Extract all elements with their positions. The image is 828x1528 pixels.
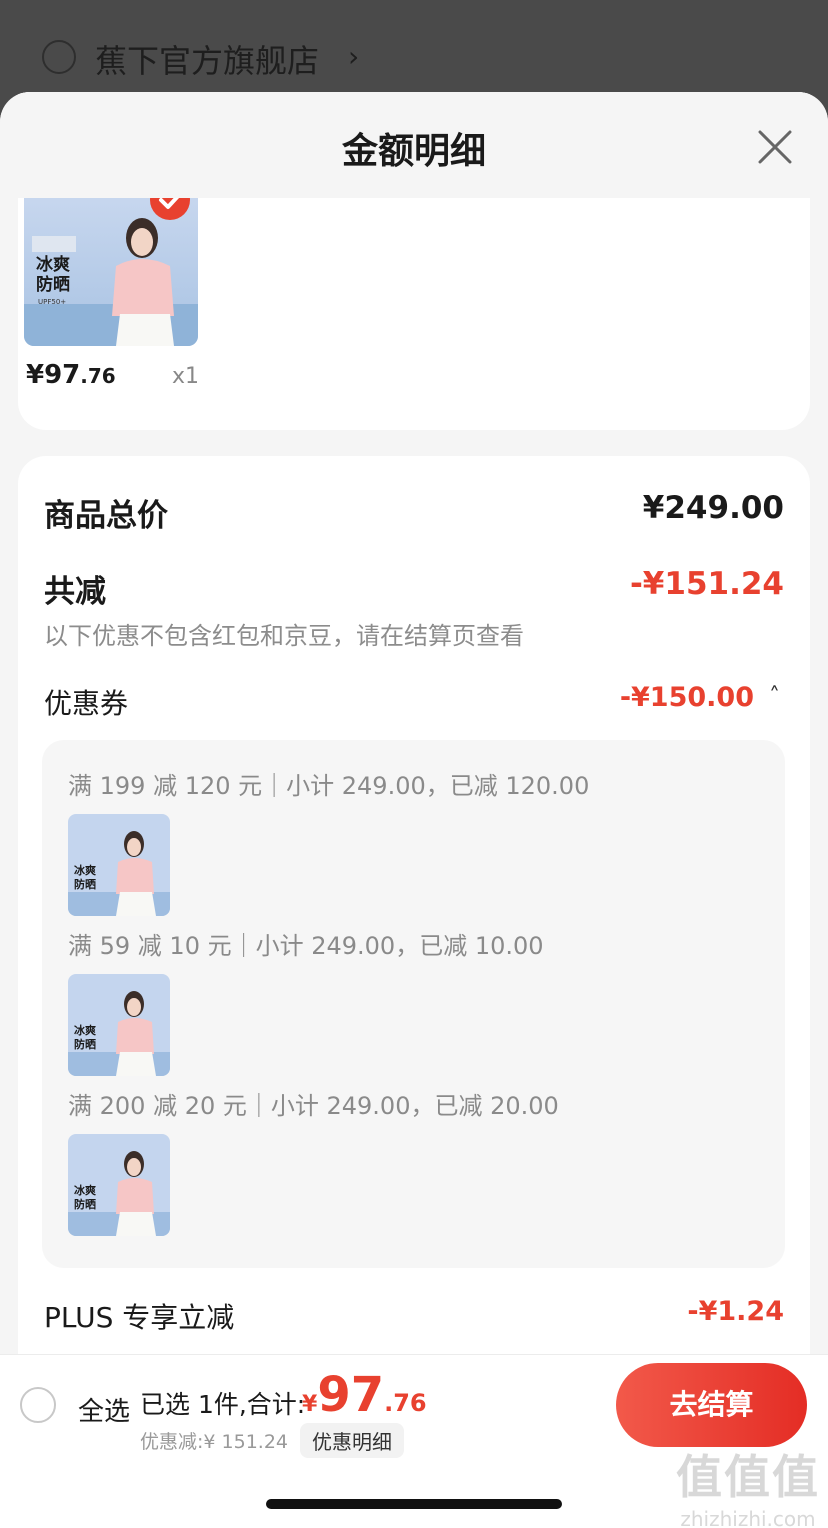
chevron-up-icon[interactable]: ˄ bbox=[769, 684, 780, 709]
total-reduce-label: 共减 bbox=[44, 574, 106, 610]
coupon-label[interactable]: 优惠券 bbox=[44, 682, 128, 722]
close-icon[interactable] bbox=[756, 128, 794, 166]
svg-text:防晒: 防晒 bbox=[74, 1037, 96, 1051]
product-price: ¥97.76 bbox=[26, 360, 116, 390]
discount-note: 以下优惠不包含红包和京豆，请在结算页查看 bbox=[44, 622, 524, 650]
home-indicator[interactable] bbox=[266, 1499, 562, 1509]
saved-amount: 优惠减:¥ 151.24 bbox=[140, 1431, 289, 1453]
select-all-radio[interactable] bbox=[20, 1387, 56, 1423]
coupon-product-thumbnail: 冰爽 防晒 bbox=[68, 974, 170, 1076]
svg-text:冰爽: 冰爽 bbox=[74, 863, 96, 877]
watermark-logo: 值值值 bbox=[676, 1450, 820, 1504]
plus-discount-value: -¥1.24 bbox=[687, 1296, 784, 1327]
svg-text:冰爽: 冰爽 bbox=[74, 1023, 96, 1037]
coupon-list: 满 199 减 120 元｜小计 249.00，已减 120.00 冰爽 防晒 … bbox=[42, 740, 785, 1268]
checkout-bar: 全选 已选 1件,合计: ¥97.76 优惠减:¥ 151.24 优惠明细 去结… bbox=[0, 1354, 828, 1528]
product-quantity: x1 bbox=[172, 364, 200, 389]
svg-text:防晒: 防晒 bbox=[74, 877, 96, 891]
total-reduce-value: -¥151.24 bbox=[629, 566, 784, 602]
price-detail-card: 商品总价 ¥249.00 共减 -¥151.24 以下优惠不包含红包和京豆，请在… bbox=[18, 456, 810, 1456]
amount-detail-sheet: 冰爽 防晒 UPF50+ ¥97.76 x1 金额明细 商品总价 ¥249.00… bbox=[0, 92, 828, 1528]
product-image-text-1: 冰爽 bbox=[36, 254, 70, 275]
store-name: 蕉下官方旗舰店 bbox=[95, 42, 320, 80]
select-all-label[interactable]: 全选 bbox=[78, 1391, 130, 1428]
total-price-value: ¥249.00 bbox=[642, 490, 784, 526]
coupon-item-text: 满 59 减 10 元｜小计 249.00，已减 10.00 bbox=[68, 932, 544, 960]
coupon-value[interactable]: -¥150.00 bbox=[620, 682, 754, 713]
coupon-product-thumbnail: 冰爽 防晒 bbox=[68, 1134, 170, 1236]
product-image-tag: UPF50+ bbox=[38, 298, 66, 306]
checkout-button[interactable]: 去结算 bbox=[616, 1363, 807, 1447]
sheet-title: 金额明细 bbox=[341, 131, 486, 172]
product-image-text-2: 防晒 bbox=[36, 274, 70, 295]
plus-discount-label: PLUS 专享立减 bbox=[44, 1301, 235, 1334]
watermark: 值值值 zhizhizhi.com bbox=[676, 1441, 820, 1528]
discount-detail-button[interactable]: 优惠明细 bbox=[300, 1423, 404, 1458]
coupon-product-thumbnail: 冰爽 防晒 bbox=[68, 814, 170, 916]
store-select-radio bbox=[42, 40, 76, 74]
product-image[interactable]: 冰爽 防晒 UPF50+ bbox=[24, 198, 198, 346]
store-arrow-icon: › bbox=[348, 40, 360, 73]
selected-count: 已选 1件,合计: bbox=[140, 1390, 306, 1419]
svg-text:防晒: 防晒 bbox=[74, 1197, 96, 1211]
coupon-item-text: 满 199 减 120 元｜小计 249.00，已减 120.00 bbox=[68, 772, 590, 800]
svg-text:冰爽: 冰爽 bbox=[74, 1183, 96, 1197]
product-card-content: 冰爽 防晒 UPF50+ ¥97.76 x1 bbox=[0, 198, 828, 430]
selected-check-icon[interactable] bbox=[150, 198, 190, 220]
watermark-url: zhizhizhi.com bbox=[680, 1507, 816, 1528]
coupon-item-text: 满 200 减 20 元｜小计 249.00，已减 20.00 bbox=[68, 1092, 559, 1120]
total-price: ¥97.76 bbox=[302, 1367, 427, 1423]
total-price-label: 商品总价 bbox=[44, 498, 168, 534]
